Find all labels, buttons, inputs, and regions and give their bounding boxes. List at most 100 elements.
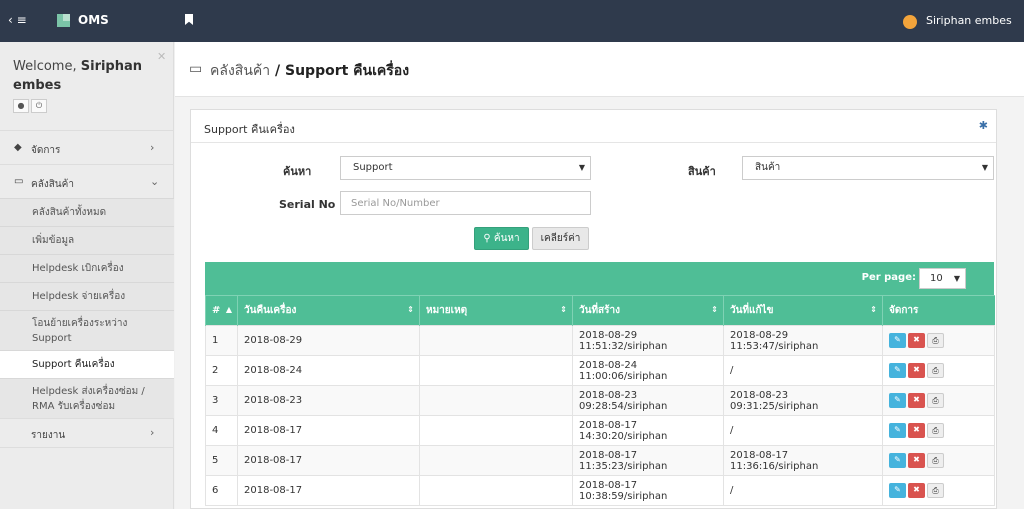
delete-icon[interactable]: ✖ bbox=[908, 333, 925, 348]
submenu-item-support-return[interactable]: Support คืนเครื่อง bbox=[0, 350, 174, 378]
cell-updated: / bbox=[723, 415, 883, 446]
cell-created: 2018-08-29 11:51:32/siriphan bbox=[572, 325, 724, 356]
close-icon[interactable]: ✕ bbox=[157, 50, 166, 63]
main-content: ▭ คลังสินค้า / Support คืนเครื่อง Suppor… bbox=[175, 42, 1024, 509]
submenu-item-helpdesk-withdraw[interactable]: Helpdesk เบิกเครื่อง bbox=[0, 254, 174, 282]
delete-icon[interactable]: ✖ bbox=[908, 483, 925, 498]
cell-return-date: 2018-08-29 bbox=[237, 325, 420, 356]
sidebar-item-manage[interactable]: ◆ จัดการ › bbox=[0, 130, 174, 164]
sort-asc-icon: ▲ bbox=[225, 305, 232, 314]
column-header-number[interactable]: # ▲ bbox=[205, 295, 238, 326]
support-return-table: # ▲ วันคืนเครื่อง ⇕ หมายเหตุ ⇕ วันที่สร้าง ⇕… bbox=[205, 295, 995, 506]
table-row: 3 2018-08-23 2018-08-23 09:28:54/siripha… bbox=[205, 385, 995, 416]
submenu-item-helpdesk-dispense[interactable]: Helpdesk จ่ายเครื่อง bbox=[0, 282, 174, 310]
cell-updated: 2018-08-17 11:36:16/siriphan bbox=[723, 445, 883, 476]
print-icon[interactable]: ⎙ bbox=[927, 393, 944, 408]
user-icon: ● bbox=[17, 101, 25, 110]
cell-actions: ✎ ✖ ⎙ bbox=[882, 475, 995, 506]
product-select[interactable]: สินค้า ▼ bbox=[742, 156, 994, 180]
gear-icon[interactable]: ✱ bbox=[979, 119, 988, 132]
cell-created: 2018-08-17 11:35:23/siriphan bbox=[572, 445, 724, 476]
search-icon: ⚲ bbox=[483, 233, 491, 244]
print-icon[interactable]: ⎙ bbox=[927, 423, 944, 438]
chevron-right-icon: › bbox=[150, 141, 155, 154]
per-page-select[interactable]: 10 ▼ bbox=[919, 268, 966, 289]
oms-logo-icon bbox=[57, 14, 70, 27]
bookmark-icon[interactable] bbox=[185, 14, 193, 25]
edit-icon[interactable]: ✎ bbox=[889, 333, 906, 348]
breadcrumb-parent[interactable]: คลังสินค้า bbox=[210, 63, 270, 79]
panel-header: Support คืนเครื่อง ✱ bbox=[191, 110, 996, 143]
user-avatar-icon[interactable] bbox=[903, 15, 917, 29]
table-row: 2 2018-08-24 2018-08-24 11:00:06/siripha… bbox=[205, 355, 995, 386]
product-label: สินค้า bbox=[688, 165, 716, 178]
delete-icon[interactable]: ✖ bbox=[908, 423, 925, 438]
sort-icon: ⇕ bbox=[870, 305, 877, 314]
print-icon[interactable]: ⎙ bbox=[927, 483, 944, 498]
logout-button[interactable]: ⏻ bbox=[31, 99, 47, 113]
cell-created: 2018-08-24 11:00:06/siriphan bbox=[572, 355, 724, 386]
edit-icon[interactable]: ✎ bbox=[889, 423, 906, 438]
print-icon[interactable]: ⎙ bbox=[927, 363, 944, 378]
sidebar-item-label: คลังสินค้า bbox=[31, 179, 74, 190]
cell-number: 1 bbox=[205, 325, 238, 356]
table-header-row: # ▲ วันคืนเครื่อง ⇕ หมายเหตุ ⇕ วันที่สร้าง ⇕… bbox=[205, 295, 995, 326]
submenu-item-repair-rma[interactable]: Helpdesk ส่งเครื่องซ่อม / RMA รับเครื่อง… bbox=[0, 378, 174, 418]
cell-return-date: 2018-08-17 bbox=[237, 475, 420, 506]
search-button[interactable]: ⚲ ค้นหา bbox=[474, 227, 529, 250]
sidebar-item-report[interactable]: รายงาน › bbox=[0, 418, 174, 448]
search-button-label: ค้นหา bbox=[493, 233, 520, 244]
print-icon[interactable]: ⎙ bbox=[927, 333, 944, 348]
cell-note bbox=[419, 415, 573, 446]
delete-icon[interactable]: ✖ bbox=[908, 453, 925, 468]
caret-down-icon: ▼ bbox=[981, 163, 988, 172]
sidebar-toggle-button[interactable]: ‹ ≡ bbox=[8, 13, 27, 27]
cell-number: 6 bbox=[205, 475, 238, 506]
side-menu: ◆ จัดการ › ▭ คลังสินค้า ⌄ คลังสินค้าทั้ง… bbox=[0, 130, 174, 448]
product-value: สินค้า bbox=[755, 162, 781, 173]
per-page-label: Per page: bbox=[861, 272, 916, 283]
column-header-created[interactable]: วันที่สร้าง ⇕ bbox=[572, 295, 724, 326]
inbox-icon: ▭ bbox=[189, 61, 203, 77]
inbox-icon: ▭ bbox=[14, 176, 24, 187]
submenu-item-all-stock[interactable]: คลังสินค้าทั้งหมด bbox=[0, 198, 174, 226]
cell-return-date: 2018-08-17 bbox=[237, 415, 420, 446]
serial-input[interactable] bbox=[340, 191, 591, 215]
column-header-note[interactable]: หมายเหตุ ⇕ bbox=[419, 295, 573, 326]
page-title: คลังสินค้า / Support คืนเครื่อง bbox=[210, 60, 409, 82]
delete-icon[interactable]: ✖ bbox=[908, 393, 925, 408]
clear-button[interactable]: เคลียร์ค่า bbox=[532, 227, 589, 250]
profile-button[interactable]: ● bbox=[13, 99, 29, 113]
cell-actions: ✎ ✖ ⎙ bbox=[882, 445, 995, 476]
edit-icon[interactable]: ✎ bbox=[889, 453, 906, 468]
breadcrumb-separator: / bbox=[270, 63, 285, 79]
sidebar: ✕ Welcome, Siriphan embes ● ⏻ ◆ จัดการ ›… bbox=[0, 42, 174, 509]
cell-note bbox=[419, 355, 573, 386]
column-header-updated[interactable]: วันที่แก้ไข ⇕ bbox=[723, 295, 883, 326]
delete-icon[interactable]: ✖ bbox=[908, 363, 925, 378]
search-type-value: Support bbox=[353, 162, 393, 173]
brand-name[interactable]: OMS bbox=[78, 13, 109, 27]
chevron-down-icon: ⌄ bbox=[150, 175, 160, 188]
search-type-select[interactable]: Support ▼ bbox=[340, 156, 591, 180]
user-menu-name[interactable]: Siriphan embes bbox=[926, 14, 1012, 27]
warehouse-submenu: คลังสินค้าทั้งหมด เพิ่มข้อมูล Helpdesk เ… bbox=[0, 198, 174, 418]
print-icon[interactable]: ⎙ bbox=[927, 453, 944, 468]
cell-number: 4 bbox=[205, 415, 238, 446]
sidebar-item-label: รายงาน bbox=[31, 430, 66, 441]
submenu-item-add-data[interactable]: เพิ่มข้อมูล bbox=[0, 226, 174, 254]
column-header-return-date[interactable]: วันคืนเครื่อง ⇕ bbox=[237, 295, 420, 326]
sidebar-item-warehouse[interactable]: ▭ คลังสินค้า ⌄ bbox=[0, 164, 174, 198]
edit-icon[interactable]: ✎ bbox=[889, 363, 906, 378]
page-header: ▭ คลังสินค้า / Support คืนเครื่อง bbox=[175, 42, 1024, 97]
submenu-item-transfer-support[interactable]: โอนย้ายเครื่องระหว่าง Support bbox=[0, 310, 174, 350]
cell-updated: / bbox=[723, 355, 883, 386]
cell-actions: ✎ ✖ ⎙ bbox=[882, 415, 995, 446]
edit-icon[interactable]: ✎ bbox=[889, 393, 906, 408]
sidebar-item-label: จัดการ bbox=[31, 145, 61, 156]
cell-note bbox=[419, 445, 573, 476]
edit-icon[interactable]: ✎ bbox=[889, 483, 906, 498]
user-quick-actions: ● ⏻ bbox=[13, 99, 47, 113]
welcome-text: Welcome, Siriphan embes bbox=[13, 57, 153, 95]
cell-actions: ✎ ✖ ⎙ bbox=[882, 325, 995, 356]
